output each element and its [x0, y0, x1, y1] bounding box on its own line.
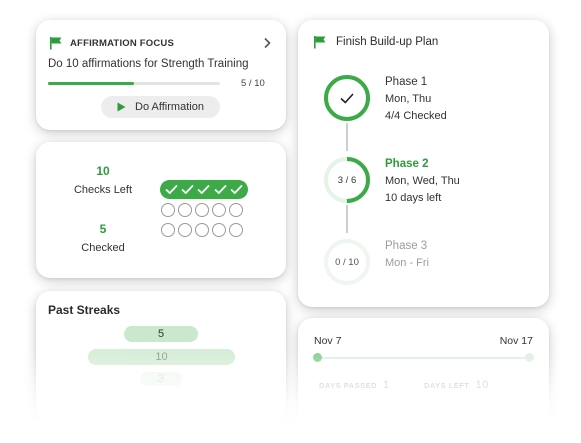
empty-check-circle[interactable]: [161, 203, 175, 217]
empty-check-circle[interactable]: [195, 223, 209, 237]
past-streaks-title: Past Streaks: [48, 303, 121, 317]
days-left: DAYS LEFT 10: [424, 379, 489, 391]
plan-header: Finish Build-up Plan: [313, 35, 438, 49]
date-range-card: Nov 7 Nov 17 DAYS PASSED 1 DAYS LEFT 10: [298, 318, 549, 428]
chevron-right-icon[interactable]: [262, 36, 272, 50]
phase-days: Mon - Fri: [385, 257, 429, 269]
affirmation-focus-card: AFFIRMATION FOCUS Do 10 affirmations for…: [36, 20, 286, 130]
build-up-plan-card: Finish Build-up Plan Phase 1 Mon, Thu 4/…: [298, 20, 549, 307]
empty-check-circle[interactable]: [229, 203, 243, 217]
empty-check-circle[interactable]: [178, 223, 192, 237]
date-range-track: [318, 357, 530, 359]
date-end-dot: [525, 353, 534, 362]
checks-card: 10 Checks Left 5 Checked: [36, 142, 286, 278]
affirmation-task: Do 10 affirmations for Strength Training: [48, 58, 249, 70]
streak-bar: 10: [88, 349, 235, 365]
phase-name: Phase 3: [385, 240, 428, 252]
days-passed: DAYS PASSED 1: [319, 379, 390, 391]
phase-status: 4/4 Checked: [385, 110, 447, 122]
checks-left-value: 10: [96, 164, 110, 178]
checked-value: 5: [99, 222, 107, 236]
empty-check-circle[interactable]: [229, 223, 243, 237]
play-icon: [117, 102, 126, 112]
check-icon: [181, 184, 194, 195]
phase-days: Mon, Thu: [385, 93, 432, 105]
check-icon: [165, 184, 178, 195]
flag-icon: [314, 36, 326, 49]
affirmation-progress-fill: [48, 82, 134, 85]
past-streaks-card: Past Streaks 5 10 3: [36, 291, 286, 421]
empty-checks-row: [161, 203, 243, 217]
days-left-value: 10: [475, 379, 489, 391]
phase-2-ring[interactable]: 3 / 6: [323, 156, 371, 204]
start-date: Nov 7: [314, 335, 342, 347]
empty-check-circle[interactable]: [195, 203, 209, 217]
empty-check-circle[interactable]: [212, 223, 226, 237]
phase-ring-label: 3 / 6: [337, 174, 357, 186]
empty-check-circle[interactable]: [212, 203, 226, 217]
phase-status: 10 days left: [385, 192, 442, 204]
flag-icon: [50, 37, 62, 50]
completed-checks-pill: [160, 180, 248, 199]
timeline-connector: [346, 205, 348, 233]
plan-title: Finish Build-up Plan: [336, 36, 439, 48]
phase-name: Phase 2: [385, 158, 429, 170]
phase-3-details[interactable]: Phase 3 Mon - Fri: [385, 238, 429, 272]
phase-3-ring[interactable]: 0 / 10: [323, 238, 371, 286]
days-passed-label: DAYS PASSED: [319, 381, 378, 390]
phase-1-ring[interactable]: [323, 74, 371, 122]
do-affirmation-label: Do Affirmation: [135, 101, 204, 113]
days-passed-value: 1: [383, 379, 390, 391]
days-left-label: DAYS LEFT: [424, 381, 470, 390]
checks-left-label: Checks Left: [73, 184, 133, 196]
check-icon: [197, 184, 211, 195]
phase-ring-label: 0 / 10: [335, 256, 359, 268]
check-icon: [230, 184, 243, 195]
streak-bar: 3: [140, 372, 182, 386]
affirmation-progress-count: 5 / 10: [241, 78, 265, 89]
empty-check-circle[interactable]: [161, 223, 175, 237]
checks-left-stat: 10 Checks Left: [63, 164, 143, 196]
affirmation-heading: AFFIRMATION FOCUS: [70, 37, 175, 49]
check-icon: [340, 93, 354, 104]
affirmation-header[interactable]: AFFIRMATION FOCUS: [49, 36, 272, 50]
timeline-connector: [346, 123, 348, 151]
do-affirmation-button[interactable]: Do Affirmation: [101, 96, 220, 118]
progress-ring-icon: [324, 75, 370, 121]
affirmation-progress-bar: [48, 82, 220, 85]
checked-label: Checked: [81, 242, 125, 254]
phase-2-details[interactable]: Phase 2 Mon, Wed, Thu 10 days left: [385, 156, 460, 207]
checked-stat: 5 Checked: [63, 222, 143, 254]
empty-checks-row: [161, 223, 243, 237]
end-date: Nov 17: [499, 335, 533, 347]
empty-check-circle[interactable]: [178, 203, 192, 217]
streak-bar: 5: [124, 326, 198, 342]
phase-1-details[interactable]: Phase 1 Mon, Thu 4/4 Checked: [385, 74, 447, 125]
phase-name: Phase 1: [385, 76, 428, 88]
phase-days: Mon, Wed, Thu: [385, 175, 460, 187]
check-icon: [214, 184, 227, 195]
date-start-dot: [313, 353, 322, 362]
